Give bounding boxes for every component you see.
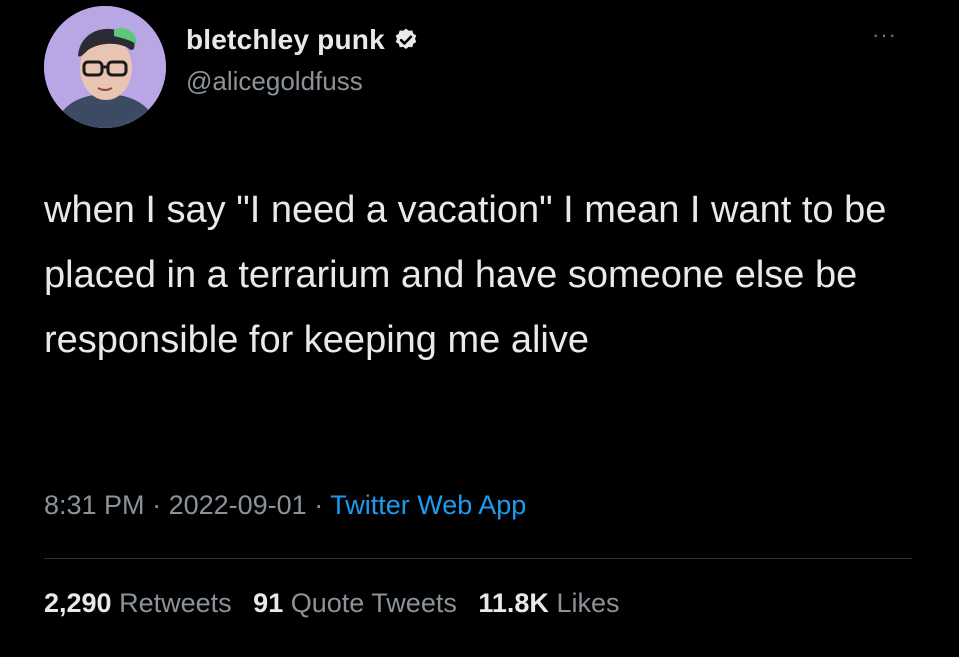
tweet-card: bletchley punk @alicegoldfuss ··· when I… [0,0,959,657]
verified-badge-icon [393,27,419,53]
likes-count: 11.8K [478,588,549,618]
author-name-row: bletchley punk [186,24,419,56]
likes-stat[interactable]: 11.8K Likes [478,588,619,618]
tweet-date[interactable]: 2022-09-01 [169,490,307,520]
divider [44,558,912,559]
retweets-count: 2,290 [44,588,112,618]
avatar-portrait-icon [44,6,166,128]
tweet-text: when I say "I need a vacation" I mean I … [44,189,887,361]
quote-tweets-label: Quote Tweets [290,588,457,618]
retweets-stat[interactable]: 2,290 Retweets [44,588,232,618]
likes-label: Likes [556,588,620,618]
tweet-source-link[interactable]: Twitter Web App [330,490,526,520]
author-display-name[interactable]: bletchley punk [186,24,385,56]
quote-tweets-count: 91 [253,588,284,618]
retweets-label: Retweets [119,588,232,618]
tweet-time[interactable]: 8:31 PM [44,490,145,520]
meta-separator: · [306,490,331,520]
quote-tweets-stat[interactable]: 91 Quote Tweets [253,588,457,618]
meta-separator: · [144,490,169,520]
avatar[interactable] [44,6,166,128]
tweet-meta: 8:31 PM · 2022-09-01 · Twitter Web App [44,490,526,521]
more-options-icon[interactable]: ··· [872,24,897,46]
tweet-stats: 2,290 Retweets 91 Quote Tweets 11.8K Lik… [44,588,633,619]
author-handle[interactable]: @alicegoldfuss [186,66,363,97]
